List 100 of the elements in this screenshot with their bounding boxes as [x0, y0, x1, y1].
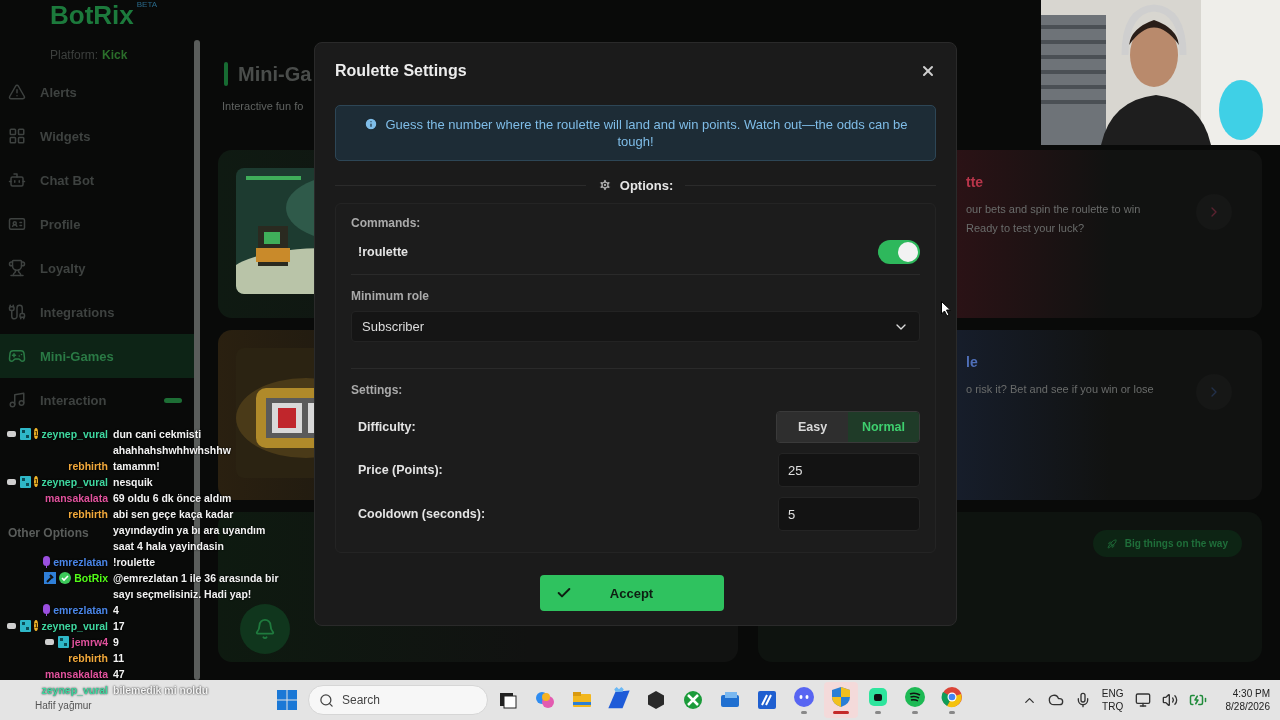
- chat-message: abi sen geçe kaça kadar yayındaydin ya bı ara uyandım saat 4 hala yayindasin: [113, 507, 267, 554]
- volume-icon[interactable]: [1161, 692, 1178, 708]
- card-description: our bets and spin the roulette to win Ready to test your luck?: [966, 202, 1142, 236]
- verified-icon: [59, 572, 72, 584]
- toggle-switch[interactable]: [878, 240, 920, 264]
- difficulty-option[interactable]: Easy: [777, 412, 848, 442]
- role-dropdown[interactable]: Subscriber: [351, 311, 920, 342]
- level-badge: 1: [34, 476, 39, 487]
- number-field[interactable]: 25: [778, 453, 920, 487]
- info-text: Guess the number where the roulette will land and win points. Watch out—the odds can be tough!: [356, 116, 915, 150]
- chat-message: nesquik: [113, 475, 154, 490]
- chat-username: rebhirth: [68, 507, 108, 522]
- hammer-icon: [44, 572, 57, 584]
- chat-message: 69 oldu 6 dk önce aldım: [113, 491, 233, 506]
- chat-message: 47: [113, 667, 126, 682]
- grid-icon: [8, 127, 26, 145]
- chat-username: BotRix: [74, 571, 108, 586]
- chat-username: zeynep_vural: [41, 427, 108, 442]
- info-icon: [363, 117, 378, 131]
- chat-message: 4: [113, 603, 120, 618]
- chat-username: emrezlatan: [53, 603, 108, 618]
- chat-message: @emrezlatan 1 ile 36 arasında bir sayı seçmelisiniz. Hadi yap!: [113, 571, 280, 602]
- section-heading: Other Options: [8, 526, 89, 540]
- sidebar-item[interactable]: Loyalty: [0, 246, 194, 290]
- close-icon: [920, 63, 936, 79]
- sidebar-item[interactable]: Interaction: [0, 378, 194, 422]
- cursor-icon: [941, 301, 951, 317]
- chat-message: 17: [113, 619, 126, 634]
- command-label: !roulette: [358, 245, 408, 259]
- mic-icon: [43, 556, 51, 568]
- search-icon: [319, 692, 334, 708]
- chat-message: !roulette: [113, 555, 156, 570]
- rocket-icon: [1106, 538, 1117, 549]
- chat-username: zeynep_vural: [41, 619, 108, 634]
- sidebar-item[interactable]: Chat Bot: [0, 158, 194, 202]
- hexagon-icon[interactable]: [645, 689, 667, 711]
- slash-icon[interactable]: [756, 689, 778, 711]
- gamepad-icon: [8, 347, 26, 365]
- language-indicator[interactable]: ENG TRQ: [1101, 687, 1124, 713]
- field-label: Minimum role: [351, 289, 430, 303]
- difficulty-option[interactable]: Normal: [848, 412, 919, 442]
- grid-badge-icon: [57, 636, 69, 648]
- mic-icon: [43, 604, 51, 616]
- level-badge: 1: [34, 428, 39, 439]
- sidebar-item[interactable]: Mini-Games: [0, 334, 194, 378]
- chat-message: tamamm!: [113, 459, 161, 474]
- title-accent: [224, 62, 228, 86]
- robot-icon: [8, 171, 26, 189]
- clock[interactable]: 4:30 PM 8/28/2026: [1225, 687, 1270, 713]
- sidebar-item[interactable]: Profile: [0, 202, 194, 246]
- options-heading: Options:: [597, 177, 674, 193]
- new-pill: [164, 397, 182, 403]
- chat-username: emrezlatan: [53, 555, 108, 570]
- grid-badge-icon: [20, 428, 31, 440]
- grid-badge-icon: [20, 476, 31, 488]
- chat-username: rebhirth: [68, 651, 108, 666]
- search-field[interactable]: Search: [308, 685, 488, 715]
- chat-message: 11: [113, 651, 126, 666]
- sidebar-item[interactable]: Widgets: [0, 114, 194, 158]
- logo: BotRix: [50, 0, 134, 30]
- platform-name: Kick: [102, 48, 128, 62]
- trophy-icon: [8, 259, 26, 277]
- accept-button[interactable]: Accept: [539, 575, 724, 611]
- sidebar-item[interactable]: Alerts: [0, 70, 194, 114]
- beta-label: BETA: [136, 0, 158, 9]
- cloud-icon[interactable]: [1047, 692, 1064, 708]
- chat-username: mansakalata: [44, 491, 108, 506]
- number-field[interactable]: 5: [778, 497, 920, 531]
- card-title: le: [966, 354, 979, 370]
- page-subtitle: Interactive fun fo: [222, 100, 305, 112]
- bell-icon: [240, 604, 290, 654]
- card-description: o risk it? Bet and see if you win or lose: [966, 382, 1155, 397]
- close-button[interactable]: [920, 63, 936, 79]
- field-label: Cooldown (seconds):: [358, 507, 486, 521]
- page-title: Mini-Ga: [238, 62, 312, 86]
- music-icon: [8, 391, 26, 409]
- field-label: Difficulty:: [358, 420, 416, 434]
- plug-icon: [8, 303, 26, 321]
- warning-icon: [8, 83, 26, 101]
- chat-username: jemrw4: [71, 635, 108, 650]
- dialog-title: Roulette Settings: [335, 62, 467, 80]
- weather-text: Hafif yağmur: [35, 700, 92, 711]
- chat-username: zeynep_vural: [41, 475, 108, 490]
- chat-message: bilemedik mi noldu: [113, 683, 210, 698]
- id-card-icon: [8, 215, 26, 233]
- chat-message: 9: [113, 635, 120, 650]
- coming-soon-pill: Big things on the way: [1092, 530, 1242, 557]
- chat-username: zeynep_vural: [41, 683, 108, 698]
- section-label: Commands:: [351, 216, 422, 230]
- shield-icon[interactable]: [830, 686, 852, 708]
- chat-username: mansakalata: [44, 667, 108, 682]
- level-badge: 1: [34, 620, 39, 631]
- swirl-icon[interactable]: [534, 689, 556, 711]
- field-label: Price (Points):: [358, 463, 443, 477]
- grid-badge-icon: [20, 620, 31, 632]
- chat-username: rebhirth: [68, 459, 108, 474]
- card-title: tte: [966, 174, 985, 190]
- gear-icon: [597, 178, 612, 192]
- sidebar-item[interactable]: Integrations: [0, 290, 194, 334]
- section-label: Settings:: [351, 383, 404, 397]
